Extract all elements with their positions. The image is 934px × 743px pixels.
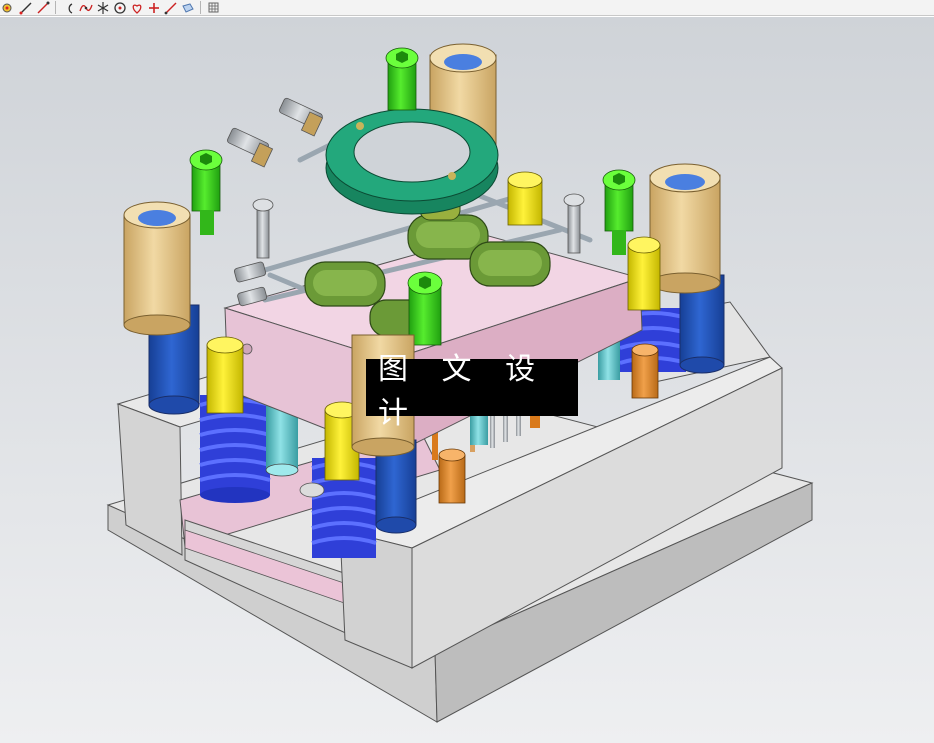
toolbar-separator bbox=[200, 1, 201, 14]
watermark-label: 图 文 设 计 bbox=[366, 352, 578, 431]
plate-screw-hole bbox=[241, 343, 253, 355]
arrow-line-2-tool-button[interactable] bbox=[162, 0, 179, 15]
grid-icon bbox=[208, 2, 218, 12]
grid-tool-button[interactable] bbox=[205, 0, 222, 15]
arrow-line-icon bbox=[37, 1, 49, 13]
locating-ring bbox=[325, 108, 499, 215]
heart-curve-tool-button[interactable] bbox=[128, 0, 145, 15]
circle-icon bbox=[113, 1, 126, 14]
point-icon bbox=[2, 3, 11, 12]
3d-viewport[interactable]: 图 文 设 计 bbox=[0, 17, 934, 743]
toolbar-separator bbox=[55, 1, 56, 14]
circle-tool-button[interactable] bbox=[111, 0, 128, 15]
gray-bushing bbox=[299, 482, 325, 498]
heart-curve-icon bbox=[132, 3, 141, 14]
arc-tool-button[interactable] bbox=[60, 0, 77, 15]
plane-icon bbox=[181, 2, 194, 13]
curve-tool-button[interactable] bbox=[77, 0, 94, 15]
plus-icon bbox=[148, 2, 159, 13]
arc-icon bbox=[68, 2, 72, 14]
toolbar bbox=[0, 0, 934, 16]
lime-screw-back bbox=[385, 47, 419, 111]
intersection-icon bbox=[97, 1, 108, 14]
point-tool-button[interactable] bbox=[0, 0, 17, 15]
lime-screw-front bbox=[407, 271, 443, 346]
curve-icon bbox=[78, 4, 93, 11]
line-tool-button[interactable] bbox=[17, 0, 34, 15]
plus-tool-button[interactable] bbox=[145, 0, 162, 15]
line-icon bbox=[19, 2, 31, 14]
intersection-tool-button[interactable] bbox=[94, 0, 111, 15]
arrow-line-tool-button[interactable] bbox=[34, 0, 51, 15]
arrow-line-2-icon bbox=[164, 2, 176, 14]
plane-tool-button[interactable] bbox=[179, 0, 196, 15]
